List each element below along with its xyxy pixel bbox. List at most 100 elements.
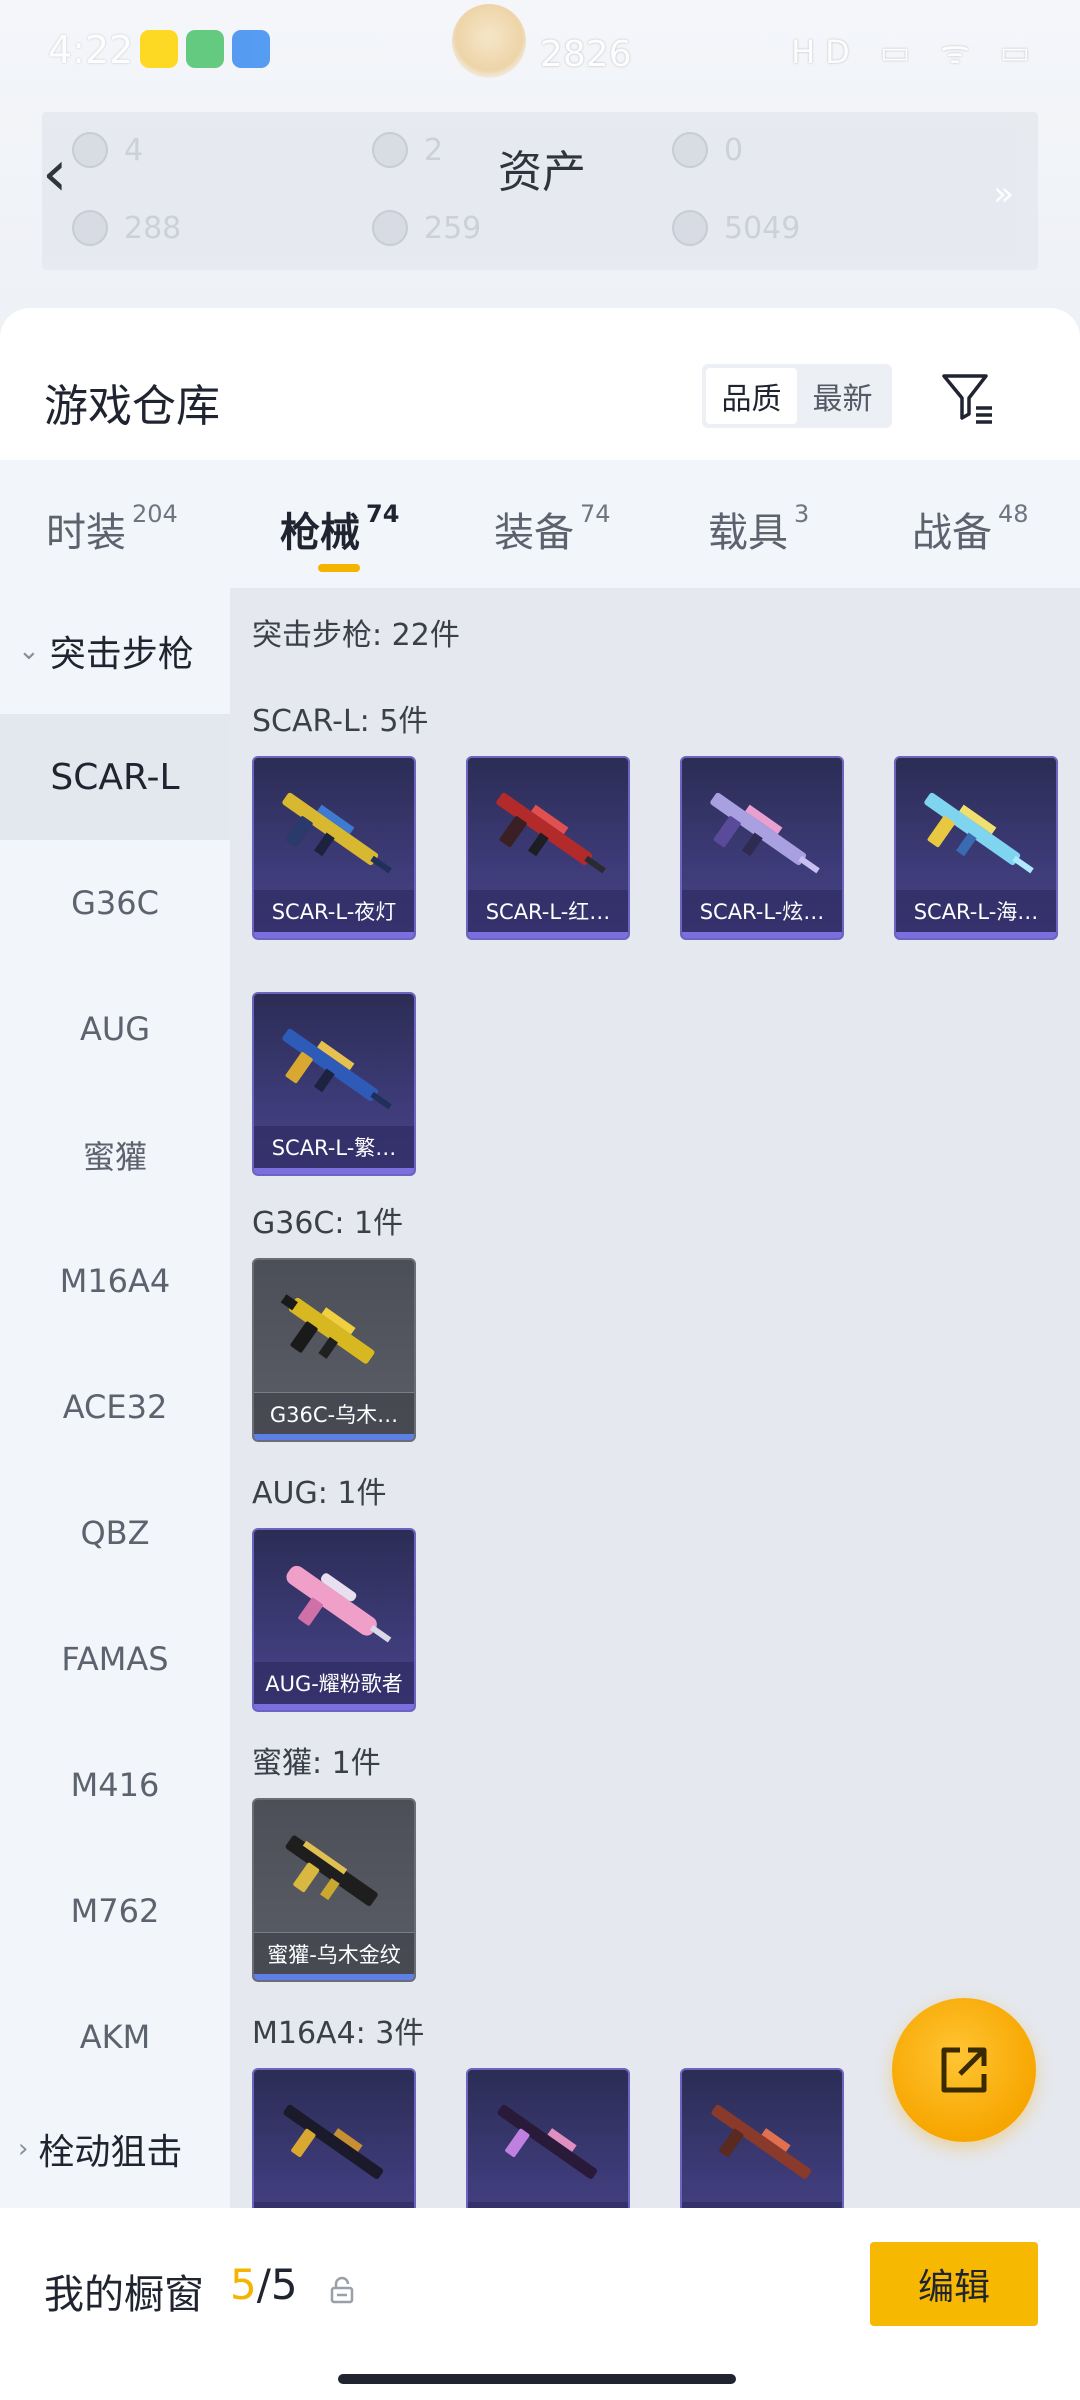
weapon-skin-card[interactable]: G36C-乌木… [252,1258,416,1442]
sort-option-quality[interactable]: 品质 [706,368,797,424]
weapon-skin-card[interactable]: 蜜獾-乌木金纹 [252,1798,416,1982]
card-caption [682,2202,842,2208]
card-caption [254,2202,414,2208]
back-arrow-icon[interactable]: ‹ [42,142,68,206]
assets-panel[interactable]: ‹ 资产 4 2 0 288 259 5049 » [42,112,1038,270]
weapon-skin-card[interactable]: AUG-耀粉歌者 [252,1528,416,1712]
sidebar-item-qbz[interactable]: QBZ [0,1470,230,1596]
showcase-count-total: /5 [256,2260,298,2309]
tab-count: 48 [998,500,1029,528]
card-caption: SCAR-L-海… [896,890,1056,932]
asset-value: 5049 [724,210,801,246]
currency-icon [72,210,108,246]
chevron-right-icon: › [18,2134,29,2164]
tab-count: 74 [366,500,400,528]
home-indicator[interactable] [338,2374,736,2384]
edit-button[interactable]: 编辑 [870,2242,1038,2326]
sidebar-item-akm[interactable]: AKM [0,1974,230,2100]
status-bar: 4:22 2826 HD ▭ ᯤ ▭ [0,0,1080,100]
sidebar-item-m416[interactable]: M416 [0,1722,230,1848]
active-tab-underline [318,564,360,572]
weapon-grid: 突击步枪: 22件 SCAR-L: 5件 SCAR-L-夜灯 SCAR-L-红…… [230,588,1080,2208]
chevron-right-double-icon[interactable]: » [993,174,1014,214]
sidebar-item-g36c[interactable]: G36C [0,840,230,966]
tab-label: 时装 [46,510,126,556]
weapon-skin-card[interactable] [680,2068,844,2208]
lock-icon [330,2276,354,2304]
rifle-image-icon [285,1835,378,1906]
chevron-down-icon: ⌄ [18,636,40,666]
sidebar-item-famas[interactable]: FAMAS [0,1596,230,1722]
sidebar-item-m16a4[interactable]: M16A4 [0,1218,230,1344]
card-caption: G36C-乌木… [254,1392,414,1434]
sort-option-newest[interactable]: 最新 [797,368,888,424]
rifle-image-icon [711,2104,812,2179]
card-caption: SCAR-L-红… [468,890,628,932]
tab-equipment[interactable]: 装备 74 [494,500,611,558]
weapon-type-sidebar: ⌄ 突击步枪 SCAR-L G36C AUG 蜜獾 M16A4 ACE32 QB… [0,588,230,2208]
sidebar-group-label: 突击步枪 [49,634,194,675]
weapon-skin-card[interactable]: SCAR-L-夜灯 [252,756,416,940]
weapon-skin-card[interactable] [466,2068,630,2208]
sidebar-item-m762[interactable]: M762 [0,1848,230,1974]
rifle-image-icon [497,2104,598,2179]
tab-label: 战备 [912,510,992,556]
rank-number: 2826 [540,34,632,75]
sidebar-group-assault-rifles[interactable]: ⌄ 突击步枪 [0,588,230,714]
tab-count: 74 [580,500,611,528]
section-heading: SCAR-L: 5件 [252,704,429,739]
share-button[interactable] [892,1998,1036,2142]
category-tabs: 时装 204 枪械 74 装备 74 载具 3 战备 48 [0,460,1080,588]
rarity-bar [468,932,628,938]
rarity-bar [896,932,1056,938]
tab-label: 载具 [708,510,788,556]
rifle-image-icon [924,792,1034,874]
weapon-skin-card[interactable]: SCAR-L-炫… [680,756,844,940]
rifle-image-icon [286,1565,392,1643]
category-heading: 突击步枪: 22件 [252,618,460,653]
filter-icon[interactable] [938,368,998,428]
warehouse-title: 游戏仓库 [44,381,220,432]
tab-vehicles[interactable]: 载具 3 [708,500,809,558]
weapon-skin-card[interactable]: SCAR-L-红… [466,756,630,940]
tab-supplies[interactable]: 战备 48 [912,500,1029,558]
tab-count: 204 [132,500,178,528]
weapon-skin-card[interactable]: SCAR-L-繁… [252,992,416,1176]
sidebar-item-honey-badger[interactable]: 蜜獾 [0,1092,230,1218]
app-notification-icon [140,30,178,68]
sidebar-group-bolt-snipers[interactable]: › 栓动狙击 [0,2086,230,2212]
tab-firearms[interactable]: 枪械 74 [280,500,400,572]
currency-icon [672,132,708,168]
weapon-skin-card[interactable] [252,2068,416,2208]
asset-item: 4 [72,132,143,168]
sidebar-group-label: 栓动狙击 [38,2132,183,2173]
card-caption: SCAR-L-炫… [682,890,842,932]
card-caption: SCAR-L-繁… [254,1126,414,1168]
section-heading: G36C: 1件 [252,1206,404,1241]
section-heading: 蜜獾: 1件 [252,1746,381,1781]
sidebar-item-ace32[interactable]: ACE32 [0,1344,230,1470]
asset-item: 5049 [672,210,800,246]
tools-notification-icon [186,30,224,68]
browser-notification-icon [232,30,270,68]
asset-value: 259 [424,210,482,246]
rifle-image-icon [710,792,820,874]
card-caption: AUG-耀粉歌者 [254,1662,414,1704]
section-heading: AUG: 1件 [252,1476,387,1511]
weapon-skin-card[interactable]: SCAR-L-海… [894,756,1058,940]
sidebar-item-scar-l[interactable]: SCAR-L [0,714,230,840]
currency-icon [372,132,408,168]
asset-item: 0 [672,132,743,168]
showcase-bar: 我的橱窗 5/5 编辑 [0,2210,1080,2400]
asset-item: 2 [372,132,443,168]
tab-outfits[interactable]: 时装 204 [46,500,178,558]
rarity-bar [682,932,842,938]
rifle-image-icon [280,1294,375,1364]
rarity-bar [254,1704,414,1710]
showcase-label: 我的橱窗 [44,2272,204,2318]
rifle-image-icon [282,1028,392,1110]
rarity-bar [254,932,414,938]
sort-toggle: 品质 最新 [702,364,892,428]
sidebar-item-aug[interactable]: AUG [0,966,230,1092]
rifle-image-icon [282,792,392,874]
